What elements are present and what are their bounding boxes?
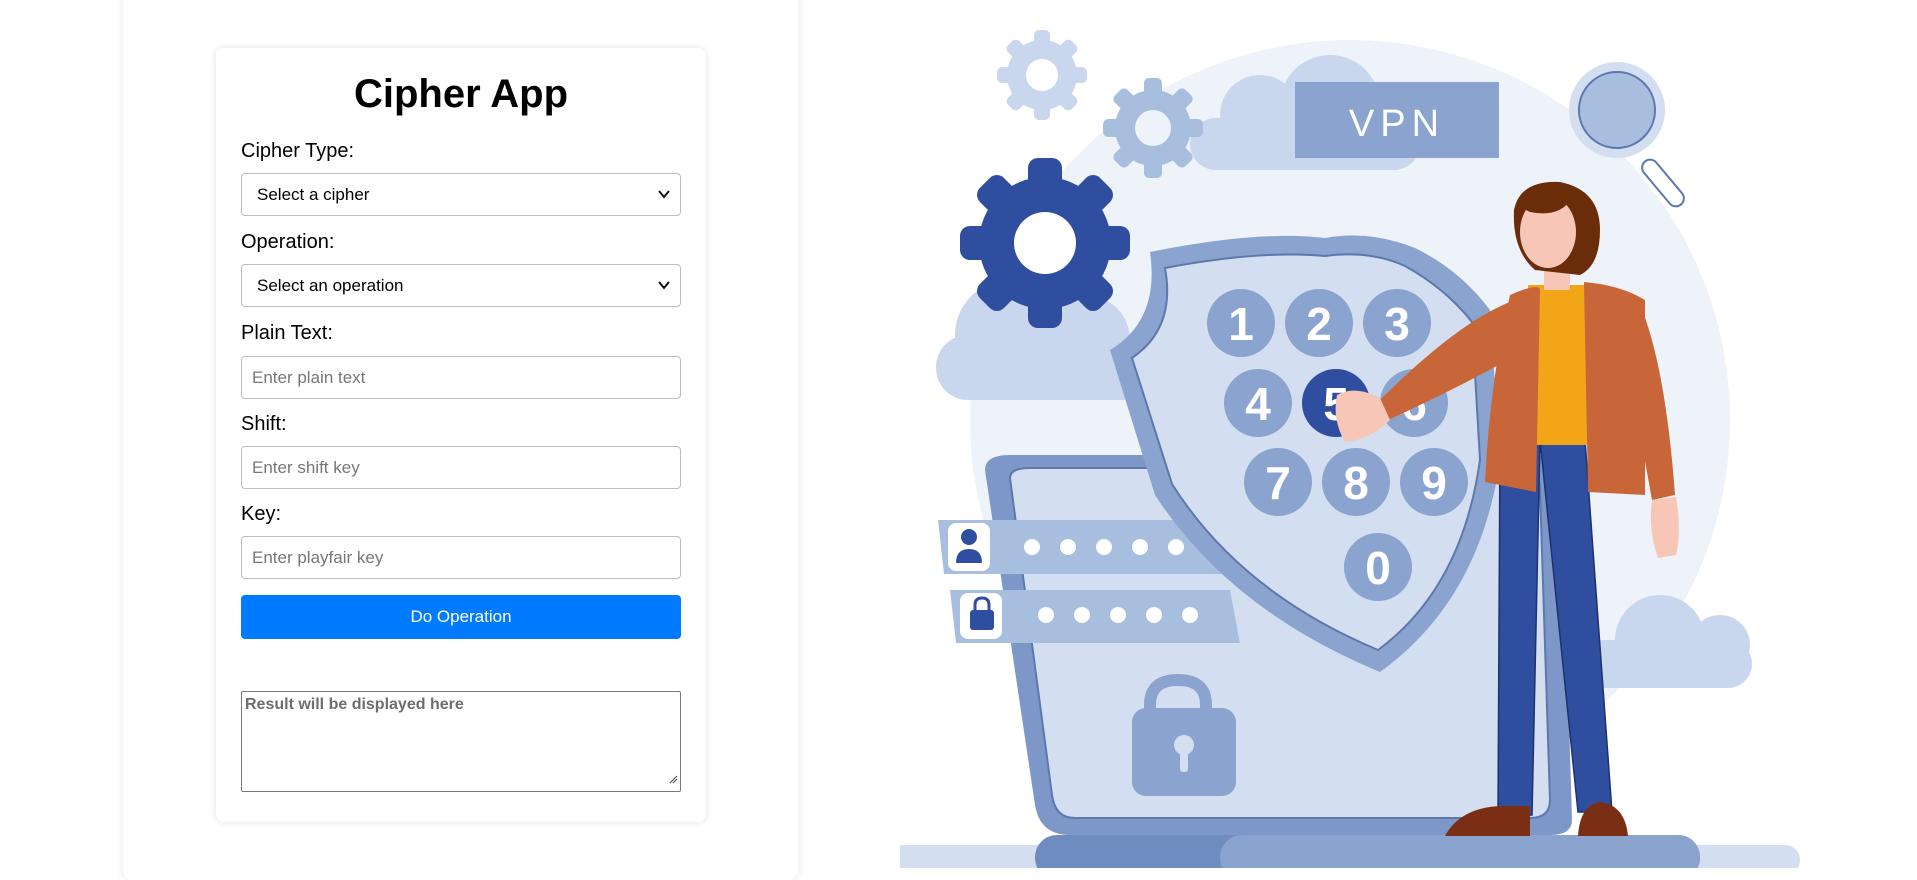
shift-input[interactable]: Enter shift key: [241, 446, 681, 489]
keypad-key: 4: [1224, 369, 1292, 437]
keypad-digit: 0: [1365, 542, 1391, 594]
chevron-down-icon: [656, 277, 672, 298]
keypad-digit: 8: [1343, 457, 1369, 509]
vpn-sign: VPN: [1295, 82, 1499, 158]
keypad-key: 1: [1207, 289, 1275, 357]
plain-text-placeholder: Enter plain text: [252, 367, 366, 387]
result-textarea[interactable]: Result will be displayed here: [241, 691, 681, 792]
key-input[interactable]: Enter playfair key: [241, 536, 681, 579]
laptop-base-front: [1220, 835, 1700, 868]
key-placeholder: Enter playfair key: [252, 547, 384, 567]
cipher-type-select[interactable]: Select a cipher: [241, 173, 681, 216]
keypad-key: 8: [1322, 448, 1390, 516]
plain-text-label: Plain Text:: [241, 322, 333, 344]
key-label: Key:: [241, 503, 282, 525]
plain-text-input[interactable]: Enter plain text: [241, 356, 681, 399]
cipher-form-card: Cipher App Cipher Type: Select a cipher …: [216, 48, 706, 822]
person-leg: [1497, 439, 1541, 816]
shift-placeholder: Enter shift key: [252, 457, 360, 477]
keypad-digit: 1: [1228, 298, 1254, 350]
keypad-digit: 4: [1245, 378, 1271, 430]
resize-grip-icon: [668, 771, 678, 789]
vpn-security-illustration: VPN 1 2 3 4 7 8 9 0: [900, 30, 1800, 868]
vpn-sign-text: VPN: [1349, 103, 1445, 145]
gear-icon: [997, 30, 1087, 120]
operation-selected-value: Select an operation: [257, 275, 404, 295]
keypad-key: 0: [1344, 533, 1412, 601]
do-operation-button[interactable]: Do Operation: [241, 595, 681, 639]
operation-select[interactable]: Select an operation: [241, 264, 681, 307]
operation-label: Operation:: [241, 231, 335, 253]
keypad-key: 3: [1363, 289, 1431, 357]
cipher-type-label: Cipher Type:: [241, 140, 355, 162]
keypad-key: 9: [1400, 448, 1468, 516]
keypad-key: 2: [1285, 289, 1353, 357]
gear-icon: [1103, 78, 1203, 178]
shift-label: Shift:: [241, 413, 287, 435]
keypad-digit: 7: [1265, 457, 1291, 509]
password-field-graphic: [950, 590, 1240, 643]
page-title: Cipher App: [353, 72, 569, 116]
gear-icon: [960, 158, 1130, 328]
keypad-digit: 3: [1384, 298, 1410, 350]
keypad-key: 7: [1244, 448, 1312, 516]
cipher-type-selected-value: Select a cipher: [257, 184, 370, 204]
keypad-digit: 2: [1306, 298, 1332, 350]
keypad-digit: 9: [1421, 457, 1447, 509]
result-placeholder: Result will be displayed here: [245, 696, 464, 713]
chevron-down-icon: [656, 186, 672, 207]
